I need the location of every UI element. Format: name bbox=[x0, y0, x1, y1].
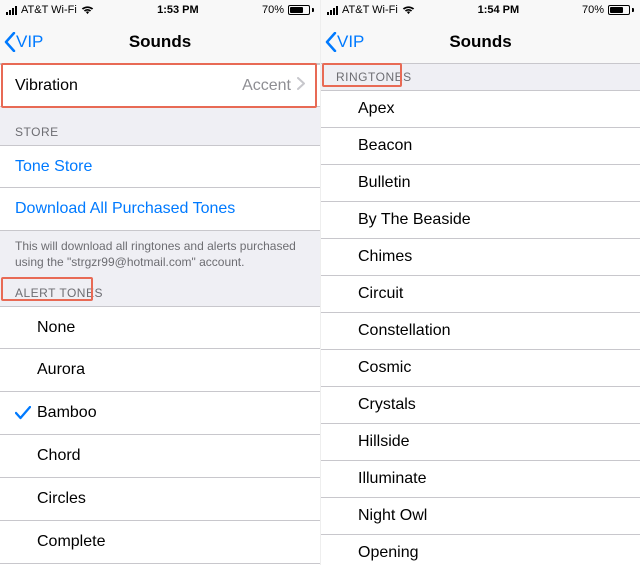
battery-icon bbox=[288, 5, 314, 15]
alert-tone-label: Circles bbox=[37, 490, 305, 508]
status-bar: AT&T Wi-Fi 1:53 PM 70% bbox=[0, 0, 320, 20]
ringtone-cell[interactable]: Cosmic bbox=[321, 350, 640, 387]
status-right: 70% bbox=[582, 4, 634, 16]
alert-tone-label: Complete bbox=[37, 533, 305, 551]
ringtones-list: Apex Beacon Bulletin By The Beaside Chimes Ci… bbox=[321, 90, 640, 565]
status-bar: AT&T Wi-Fi 1:54 PM 70% bbox=[321, 0, 640, 20]
ringtone-cell[interactable]: Illuminate bbox=[321, 461, 640, 498]
ringtone-cell[interactable]: Constellation bbox=[321, 313, 640, 350]
alert-tone-cell[interactable]: None bbox=[0, 306, 320, 349]
status-left: AT&T Wi-Fi bbox=[6, 4, 94, 16]
download-all-label: Download All Purchased Tones bbox=[15, 200, 305, 218]
ringtone-label: Cosmic bbox=[358, 359, 625, 377]
battery-pct: 70% bbox=[262, 4, 284, 16]
ringtone-label: Crystals bbox=[358, 396, 625, 414]
alert-tone-cell[interactable]: Circles bbox=[0, 478, 320, 521]
ringtone-label: By The Beaside bbox=[358, 211, 625, 229]
back-button[interactable]: VIP bbox=[0, 32, 43, 52]
page-title: Sounds bbox=[321, 32, 640, 52]
chevron-right-icon bbox=[297, 77, 305, 95]
ringtone-label: Opening bbox=[358, 544, 625, 562]
ringtone-cell[interactable]: Opening bbox=[321, 535, 640, 565]
ringtone-cell[interactable]: Beacon bbox=[321, 128, 640, 165]
ringtone-cell[interactable]: By The Beaside bbox=[321, 202, 640, 239]
nav-bar: VIP Sounds bbox=[0, 20, 320, 64]
ringtone-label: Hillside bbox=[358, 433, 625, 451]
ringtone-cell[interactable]: Crystals bbox=[321, 387, 640, 424]
alert-tone-cell[interactable]: Bamboo bbox=[0, 392, 320, 435]
alert-tones-list: NoneAuroraBambooChordCirclesCompleteHell… bbox=[0, 306, 320, 565]
status-right: 70% bbox=[262, 4, 314, 16]
ringtones-header: RINGTONES bbox=[321, 64, 640, 90]
back-button[interactable]: VIP bbox=[321, 32, 364, 52]
screen-left: AT&T Wi-Fi 1:53 PM 70% VIP Sounds Vibrat… bbox=[0, 0, 320, 565]
back-label: VIP bbox=[16, 32, 43, 52]
wifi-icon bbox=[81, 5, 94, 15]
ringtone-label: Night Owl bbox=[358, 507, 625, 525]
content-scroll[interactable]: RINGTONES Apex Beacon Bulletin By The Beasi… bbox=[321, 64, 640, 565]
alert-tone-cell[interactable]: Chord bbox=[0, 435, 320, 478]
download-footer: This will download all ringtones and ale… bbox=[0, 231, 320, 278]
vibration-cell[interactable]: Vibration Accent bbox=[0, 64, 320, 107]
tone-store-cell[interactable]: Tone Store bbox=[0, 145, 320, 188]
ringtone-label: Bulletin bbox=[358, 174, 625, 192]
store-header: STORE bbox=[0, 107, 320, 145]
ringtone-label: Circuit bbox=[358, 285, 625, 303]
alert-tone-label: Chord bbox=[37, 447, 305, 465]
page-title: Sounds bbox=[0, 32, 320, 52]
ringtone-cell[interactable]: Bulletin bbox=[321, 165, 640, 202]
ringtone-label: Chimes bbox=[358, 248, 625, 266]
ringtone-cell[interactable]: Apex bbox=[321, 90, 640, 128]
battery-pct: 70% bbox=[582, 4, 604, 16]
ringtone-cell[interactable]: Hillside bbox=[321, 424, 640, 461]
ringtone-label: Apex bbox=[358, 100, 625, 118]
alert-tone-label: Bamboo bbox=[37, 404, 305, 422]
download-all-cell[interactable]: Download All Purchased Tones bbox=[0, 188, 320, 231]
ringtone-cell[interactable]: Night Owl bbox=[321, 498, 640, 535]
ringtone-cell[interactable]: Chimes bbox=[321, 239, 640, 276]
alert-tone-cell[interactable]: Complete bbox=[0, 521, 320, 564]
ringtone-label: Illuminate bbox=[358, 470, 625, 488]
battery-icon bbox=[608, 5, 634, 15]
status-left: AT&T Wi-Fi bbox=[327, 4, 415, 16]
screen-right: AT&T Wi-Fi 1:54 PM 70% VIP Sounds RINGTO… bbox=[320, 0, 640, 565]
alert-tone-label: Aurora bbox=[37, 361, 305, 379]
tone-store-label: Tone Store bbox=[15, 158, 305, 176]
checkmark-icon bbox=[15, 406, 37, 420]
carrier-label: AT&T Wi-Fi bbox=[342, 4, 398, 16]
clock: 1:53 PM bbox=[157, 4, 199, 16]
signal-icon bbox=[6, 6, 17, 15]
alert-tones-header: ALERT TONES bbox=[0, 278, 320, 306]
back-label: VIP bbox=[337, 32, 364, 52]
vibration-label: Vibration bbox=[15, 77, 242, 95]
chevron-left-icon bbox=[4, 32, 16, 52]
chevron-left-icon bbox=[325, 32, 337, 52]
content-scroll[interactable]: Vibration Accent STORE Tone Store Downlo… bbox=[0, 64, 320, 565]
signal-icon bbox=[327, 6, 338, 15]
ringtone-cell[interactable]: Circuit bbox=[321, 276, 640, 313]
ringtone-label: Constellation bbox=[358, 322, 625, 340]
alert-tone-label: None bbox=[37, 319, 305, 337]
ringtone-label: Beacon bbox=[358, 137, 625, 155]
clock: 1:54 PM bbox=[478, 4, 520, 16]
alert-tone-cell[interactable]: Aurora bbox=[0, 349, 320, 392]
vibration-value: Accent bbox=[242, 77, 291, 95]
carrier-label: AT&T Wi-Fi bbox=[21, 4, 77, 16]
nav-bar: VIP Sounds bbox=[321, 20, 640, 64]
wifi-icon bbox=[402, 5, 415, 15]
